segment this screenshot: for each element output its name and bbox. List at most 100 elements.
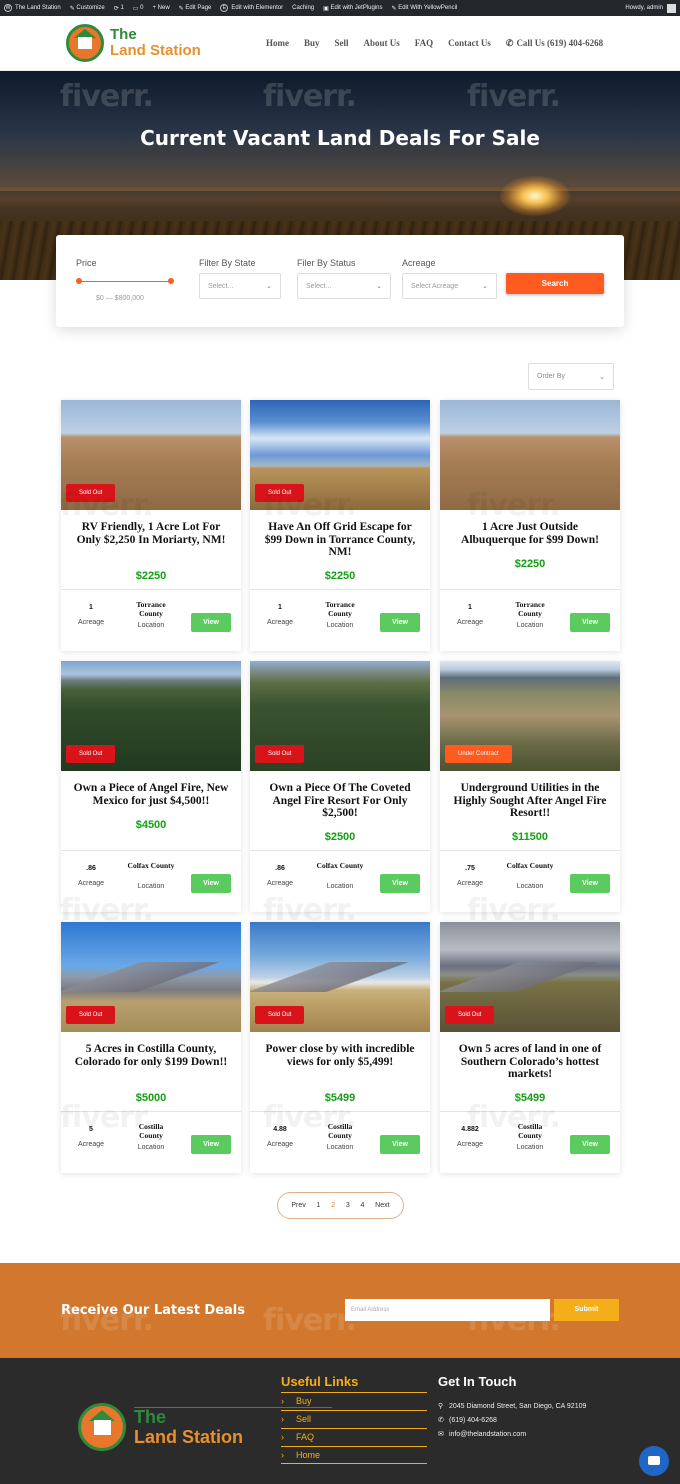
nav-home[interactable]: Home	[266, 38, 289, 49]
nav-contact-us[interactable]: Contact Us	[448, 38, 491, 49]
acreage-select[interactable]: Select Acreage ⌄	[402, 273, 497, 299]
footer-link-label[interactable]: FAQ	[296, 1432, 314, 1442]
listing-title[interactable]: Have An Off Grid Escape for $99 Down in …	[260, 521, 420, 559]
price-slider-max-handle[interactable]	[168, 278, 174, 284]
pagination-page-4[interactable]: 4	[361, 1202, 365, 1209]
chevron-down-icon: ⌄	[599, 373, 605, 381]
listing-image[interactable]: Under Contract	[440, 661, 620, 771]
listing-title[interactable]: Own 5 acres of land in one of Southern C…	[450, 1043, 610, 1081]
pagination-page-2[interactable]: 2	[331, 1202, 335, 1209]
admin-customize-link[interactable]: ✎ Customize	[70, 5, 105, 12]
pagination-page-1[interactable]: 1	[317, 1202, 321, 1209]
listing-card[interactable]: Sold Out Own 5 acres of land in one of So…	[440, 922, 620, 1173]
pagination-prev[interactable]: Prev	[291, 1202, 305, 1209]
listing-image[interactable]: Sold Out	[250, 922, 430, 1032]
nav-about-us[interactable]: About Us	[364, 38, 400, 49]
admin-greeting[interactable]: Howdy, admin	[625, 5, 663, 11]
listing-title[interactable]: Power close by with incredible views for…	[260, 1043, 420, 1068]
order-by-value[interactable]: Order By	[537, 373, 565, 380]
admin-customize-label[interactable]: Customize	[76, 5, 104, 11]
view-button[interactable]: View	[570, 613, 610, 632]
view-button[interactable]: View	[380, 1135, 420, 1154]
listing-card[interactable]: Sold Out Have An Off Grid Escape for $99 …	[250, 400, 430, 651]
listing-card[interactable]: Sold Out RV Friendly, 1 Acre Lot For Only…	[61, 400, 241, 651]
footer-link-label[interactable]: Buy	[296, 1396, 312, 1406]
avatar[interactable]	[667, 3, 676, 13]
state-select-value[interactable]: Select...	[208, 283, 233, 290]
admin-caching-link[interactable]: Caching	[292, 5, 314, 11]
listing-image[interactable]: Sold Out	[61, 661, 241, 771]
view-button[interactable]: View	[570, 1135, 610, 1154]
order-by-select[interactable]: Order By ⌄	[528, 363, 614, 390]
listing-card[interactable]: Under Contract Underground Utilities in t…	[440, 661, 620, 912]
wordpress-icon[interactable]: W	[4, 4, 12, 12]
view-button[interactable]: View	[380, 874, 420, 893]
admin-elementor-link[interactable]: E Edit with Elementor	[220, 4, 283, 12]
state-select[interactable]: Select... ⌄	[199, 273, 281, 299]
admin-site-name[interactable]: The Land Station	[15, 5, 61, 11]
listing-title[interactable]: RV Friendly, 1 Acre Lot For Only $2,250 …	[71, 521, 231, 546]
site-logo[interactable]: The Land Station	[66, 24, 201, 62]
listing-title[interactable]: Underground Utilities in the Highly Soug…	[450, 782, 610, 820]
chat-icon[interactable]	[639, 1446, 669, 1476]
nav-faq[interactable]: FAQ	[415, 38, 433, 49]
view-button[interactable]: View	[380, 613, 420, 632]
pagination-page-3[interactable]: 3	[346, 1202, 350, 1209]
view-button[interactable]: View	[570, 874, 610, 893]
acreage-select-value[interactable]: Select Acreage	[411, 283, 458, 290]
admin-new-link[interactable]: + New	[152, 5, 169, 11]
nav-phone-label[interactable]: Call Us (619) 404-6268	[516, 38, 603, 48]
status-select[interactable]: Select... ⌄	[297, 273, 391, 299]
admin-comments-count[interactable]: 0	[140, 5, 143, 11]
listing-card[interactable]: Sold Out 5 Acres in Costilla County, Colo…	[61, 922, 241, 1173]
price-slider-min-handle[interactable]	[76, 278, 82, 284]
admin-edit-page-label[interactable]: Edit Page	[185, 5, 211, 11]
admin-yellowpencil-label[interactable]: Edit With YellowPencil	[398, 5, 457, 11]
footer-link-label[interactable]: Home	[296, 1450, 320, 1460]
admin-comments-link[interactable]: ▭ 0	[133, 5, 144, 12]
listing-title[interactable]: Own a Piece Of The Coveted Angel Fire Re…	[260, 782, 420, 820]
admin-jetplugins-link[interactable]: ▣ Edit with JetPlugins	[323, 5, 382, 12]
footer-logo[interactable]: The Land Station	[78, 1403, 332, 1451]
listing-image[interactable]: Sold Out	[440, 922, 620, 1032]
admin-account[interactable]: Howdy, admin	[625, 3, 676, 13]
contact-email[interactable]: ✉ info@thelandstation.com	[438, 1430, 526, 1438]
listing-card[interactable]: 1 Acre Just Outside Albuquerque for $99 …	[440, 400, 620, 651]
listing-title[interactable]: 5 Acres in Costilla County, Colorado for…	[71, 1043, 231, 1068]
admin-site-link[interactable]: W The Land Station	[4, 4, 61, 12]
listing-image[interactable]: Sold Out	[250, 661, 430, 771]
footer-link-label[interactable]: Sell	[296, 1414, 311, 1424]
listing-card[interactable]: Sold Out Own a Piece Of The Coveted Angel…	[250, 661, 430, 912]
pagination-next[interactable]: Next	[375, 1202, 389, 1209]
view-button[interactable]: View	[191, 613, 231, 632]
footer-link-home[interactable]: › Home	[281, 1446, 427, 1464]
listing-card[interactable]: Sold Out Own a Piece of Angel Fire, New M…	[61, 661, 241, 912]
admin-yellowpencil-link[interactable]: ✎ Edit With YellowPencil	[392, 5, 458, 12]
status-select-value[interactable]: Select...	[306, 283, 331, 290]
footer-link-buy[interactable]: › Buy	[281, 1392, 427, 1410]
admin-elementor-label[interactable]: Edit with Elementor	[231, 5, 283, 11]
contact-email-text[interactable]: info@thelandstation.com	[449, 1431, 526, 1438]
nav-sell[interactable]: Sell	[335, 38, 349, 49]
contact-phone-text[interactable]: (619) 404-6268	[449, 1417, 497, 1424]
admin-updates-count[interactable]: 1	[120, 5, 123, 11]
listing-image[interactable]: Sold Out	[61, 922, 241, 1032]
watermark: fiverr.	[60, 893, 154, 928]
view-button[interactable]: View	[191, 1135, 231, 1154]
search-button[interactable]: Search	[506, 273, 604, 294]
listing-card[interactable]: Sold Out Power close by with incredible v…	[250, 922, 430, 1173]
listing-title[interactable]: Own a Piece of Angel Fire, New Mexico fo…	[71, 782, 231, 807]
nav-buy[interactable]: Buy	[304, 38, 320, 49]
price-slider[interactable]	[79, 281, 171, 282]
view-button[interactable]: View	[191, 874, 231, 893]
email-field[interactable]: Email Address	[345, 1299, 550, 1321]
listing-title[interactable]: 1 Acre Just Outside Albuquerque for $99 …	[450, 521, 610, 546]
admin-updates-link[interactable]: ⟳ 1	[114, 5, 124, 12]
contact-phone[interactable]: ✆ (619) 404-6268	[438, 1416, 497, 1424]
submit-button[interactable]: Submit	[554, 1299, 619, 1321]
footer-link-faq[interactable]: › FAQ	[281, 1428, 427, 1446]
nav-phone[interactable]: ✆ Call Us (619) 404-6268	[506, 38, 618, 49]
admin-edit-page-link[interactable]: ✎ Edit Page	[179, 5, 212, 12]
admin-jetplugins-label[interactable]: Edit with JetPlugins	[330, 5, 382, 11]
footer-link-sell[interactable]: › Sell	[281, 1410, 427, 1428]
